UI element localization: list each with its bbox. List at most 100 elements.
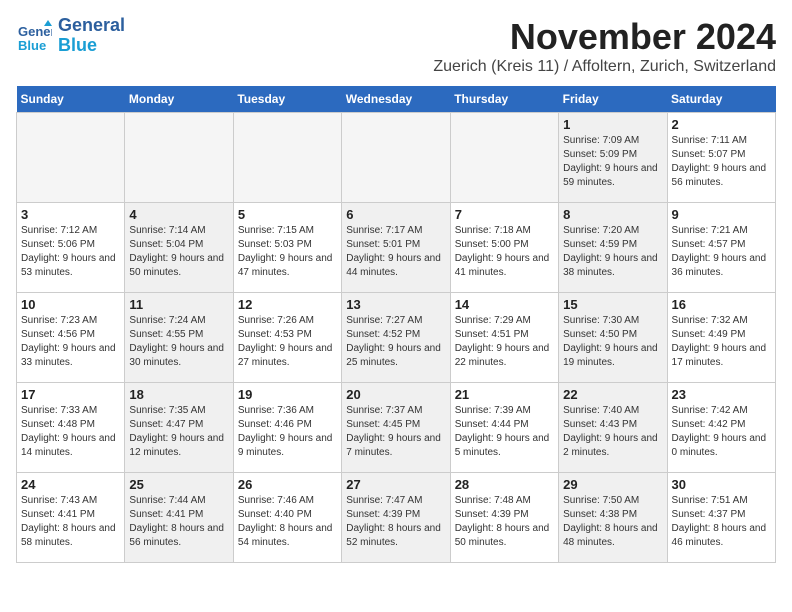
calendar-cell: 27 Sunrise: 7:47 AM Sunset: 4:39 PM Dayli…: [342, 473, 450, 563]
day-number: 5: [238, 207, 337, 222]
day-info: Sunrise: 7:36 AM Sunset: 4:46 PM Dayligh…: [238, 404, 337, 460]
day-info: Sunrise: 7:23 AM Sunset: 4:56 PM Dayligh…: [21, 314, 120, 370]
calendar-cell: 28 Sunrise: 7:48 AM Sunset: 4:39 PM Dayli…: [450, 473, 558, 563]
calendar-cell: 21 Sunrise: 7:39 AM Sunset: 4:44 PM Dayli…: [450, 383, 558, 473]
calendar-cell: 26Sunrise: 7:46 AM Sunset: 4:40 PM Dayli…: [233, 473, 341, 563]
calendar-cell: 17Sunrise: 7:33 AM Sunset: 4:48 PM Dayli…: [17, 383, 125, 473]
week-row-3: 10 Sunrise: 7:23 AM Sunset: 4:56 PM Dayli…: [17, 293, 776, 383]
day-info: Sunrise: 7:09 AM Sunset: 5:09 PM Dayligh…: [563, 134, 662, 190]
svg-text:General: General: [18, 24, 52, 39]
col-wednesday: Wednesday: [342, 86, 450, 113]
calendar-cell: 9 Sunrise: 7:21 AM Sunset: 4:57 PM Daylig…: [667, 203, 775, 293]
day-info: Sunrise: 7:39 AM Sunset: 4:44 PM Dayligh…: [455, 404, 554, 460]
day-number: 7: [455, 207, 554, 222]
day-number: 14: [455, 297, 554, 312]
day-info: Sunrise: 7:44 AM Sunset: 4:41 PM Dayligh…: [129, 494, 228, 550]
calendar-cell: 2 Sunrise: 7:11 AM Sunset: 5:07 PM Daylig…: [667, 113, 775, 203]
col-monday: Monday: [125, 86, 233, 113]
day-info: Sunrise: 7:24 AM Sunset: 4:55 PM Dayligh…: [129, 314, 228, 370]
day-number: 16: [672, 297, 771, 312]
day-number: 10: [21, 297, 120, 312]
calendar-cell: 7 Sunrise: 7:18 AM Sunset: 5:00 PM Daylig…: [450, 203, 558, 293]
day-number: 9: [672, 207, 771, 222]
day-number: 26: [238, 477, 337, 492]
week-row-5: 24 Sunrise: 7:43 AM Sunset: 4:41 PM Dayli…: [17, 473, 776, 563]
day-number: 6: [346, 207, 445, 222]
day-info: Sunrise: 7:27 AM Sunset: 4:52 PM Dayligh…: [346, 314, 445, 370]
col-thursday: Thursday: [450, 86, 558, 113]
day-info: Sunrise: 7:14 AM Sunset: 5:04 PM Dayligh…: [129, 224, 228, 280]
calendar-cell: 30Sunrise: 7:51 AM Sunset: 4:37 PM Dayli…: [667, 473, 775, 563]
day-info: Sunrise: 7:20 AM Sunset: 4:59 PM Dayligh…: [563, 224, 662, 280]
calendar-cell: [17, 113, 125, 203]
calendar-cell: 5 Sunrise: 7:15 AM Sunset: 5:03 PM Daylig…: [233, 203, 341, 293]
calendar-cell: 14 Sunrise: 7:29 AM Sunset: 4:51 PM Dayli…: [450, 293, 558, 383]
logo-text-line1: General: [58, 16, 125, 36]
calendar-cell: [233, 113, 341, 203]
logo-icon: General Blue: [16, 18, 52, 54]
calendar-cell: 4Sunrise: 7:14 AM Sunset: 5:04 PM Daylig…: [125, 203, 233, 293]
day-number: 21: [455, 387, 554, 402]
day-info: Sunrise: 7:32 AM Sunset: 4:49 PM Dayligh…: [672, 314, 771, 370]
day-info: Sunrise: 7:18 AM Sunset: 5:00 PM Dayligh…: [455, 224, 554, 280]
day-info: Sunrise: 7:50 AM Sunset: 4:38 PM Dayligh…: [563, 494, 662, 550]
day-number: 28: [455, 477, 554, 492]
day-info: Sunrise: 7:29 AM Sunset: 4:51 PM Dayligh…: [455, 314, 554, 370]
calendar-cell: 6Sunrise: 7:17 AM Sunset: 5:01 PM Daylig…: [342, 203, 450, 293]
calendar-cell: 18Sunrise: 7:35 AM Sunset: 4:47 PM Dayli…: [125, 383, 233, 473]
logo-text-line2: Blue: [58, 36, 125, 56]
title-section: November 2024 Zuerich (Kreis 11) / Affol…: [433, 16, 776, 76]
day-info: Sunrise: 7:15 AM Sunset: 5:03 PM Dayligh…: [238, 224, 337, 280]
logo: General Blue General Blue: [16, 16, 125, 56]
day-number: 11: [129, 297, 228, 312]
day-number: 25: [129, 477, 228, 492]
day-info: Sunrise: 7:47 AM Sunset: 4:39 PM Dayligh…: [346, 494, 445, 550]
week-row-1: 1Sunrise: 7:09 AM Sunset: 5:09 PM Daylig…: [17, 113, 776, 203]
day-info: Sunrise: 7:48 AM Sunset: 4:39 PM Dayligh…: [455, 494, 554, 550]
col-saturday: Saturday: [667, 86, 775, 113]
day-number: 12: [238, 297, 337, 312]
day-number: 24: [21, 477, 120, 492]
day-number: 23: [672, 387, 771, 402]
day-number: 27: [346, 477, 445, 492]
calendar-cell: 11 Sunrise: 7:24 AM Sunset: 4:55 PM Dayli…: [125, 293, 233, 383]
day-info: Sunrise: 7:30 AM Sunset: 4:50 PM Dayligh…: [563, 314, 662, 370]
day-info: Sunrise: 7:51 AM Sunset: 4:37 PM Dayligh…: [672, 494, 771, 550]
day-number: 20: [346, 387, 445, 402]
week-row-2: 3 Sunrise: 7:12 AM Sunset: 5:06 PM Daylig…: [17, 203, 776, 293]
calendar-cell: 3 Sunrise: 7:12 AM Sunset: 5:06 PM Daylig…: [17, 203, 125, 293]
day-info: Sunrise: 7:33 AM Sunset: 4:48 PM Dayligh…: [21, 404, 120, 460]
day-number: 19: [238, 387, 337, 402]
calendar-table: Sunday Monday Tuesday Wednesday Thursday…: [16, 86, 776, 563]
day-info: Sunrise: 7:11 AM Sunset: 5:07 PM Dayligh…: [672, 134, 771, 190]
day-number: 3: [21, 207, 120, 222]
calendar-cell: 24 Sunrise: 7:43 AM Sunset: 4:41 PM Dayli…: [17, 473, 125, 563]
col-friday: Friday: [559, 86, 667, 113]
header-row: Sunday Monday Tuesday Wednesday Thursday…: [17, 86, 776, 113]
day-number: 8: [563, 207, 662, 222]
calendar-cell: 12Sunrise: 7:26 AM Sunset: 4:53 PM Dayli…: [233, 293, 341, 383]
calendar-header: Sunday Monday Tuesday Wednesday Thursday…: [17, 86, 776, 113]
day-number: 29: [563, 477, 662, 492]
day-info: Sunrise: 7:35 AM Sunset: 4:47 PM Dayligh…: [129, 404, 228, 460]
location-subtitle: Zuerich (Kreis 11) / Affoltern, Zurich, …: [433, 58, 776, 76]
calendar-cell: 22Sunrise: 7:40 AM Sunset: 4:43 PM Dayli…: [559, 383, 667, 473]
week-row-4: 17Sunrise: 7:33 AM Sunset: 4:48 PM Dayli…: [17, 383, 776, 473]
day-info: Sunrise: 7:43 AM Sunset: 4:41 PM Dayligh…: [21, 494, 120, 550]
day-info: Sunrise: 7:37 AM Sunset: 4:45 PM Dayligh…: [346, 404, 445, 460]
calendar-cell: [450, 113, 558, 203]
day-number: 2: [672, 117, 771, 132]
calendar-cell: 23Sunrise: 7:42 AM Sunset: 4:42 PM Dayli…: [667, 383, 775, 473]
svg-text:Blue: Blue: [18, 38, 46, 53]
day-number: 13: [346, 297, 445, 312]
calendar-cell: 16 Sunrise: 7:32 AM Sunset: 4:49 PM Dayli…: [667, 293, 775, 383]
day-info: Sunrise: 7:21 AM Sunset: 4:57 PM Dayligh…: [672, 224, 771, 280]
calendar-cell: 29 Sunrise: 7:50 AM Sunset: 4:38 PM Dayli…: [559, 473, 667, 563]
day-info: Sunrise: 7:40 AM Sunset: 4:43 PM Dayligh…: [563, 404, 662, 460]
calendar-cell: [125, 113, 233, 203]
calendar-body: 1Sunrise: 7:09 AM Sunset: 5:09 PM Daylig…: [17, 113, 776, 563]
calendar-cell: 13 Sunrise: 7:27 AM Sunset: 4:52 PM Dayli…: [342, 293, 450, 383]
day-info: Sunrise: 7:12 AM Sunset: 5:06 PM Dayligh…: [21, 224, 120, 280]
calendar-cell: 10 Sunrise: 7:23 AM Sunset: 4:56 PM Dayli…: [17, 293, 125, 383]
day-number: 15: [563, 297, 662, 312]
